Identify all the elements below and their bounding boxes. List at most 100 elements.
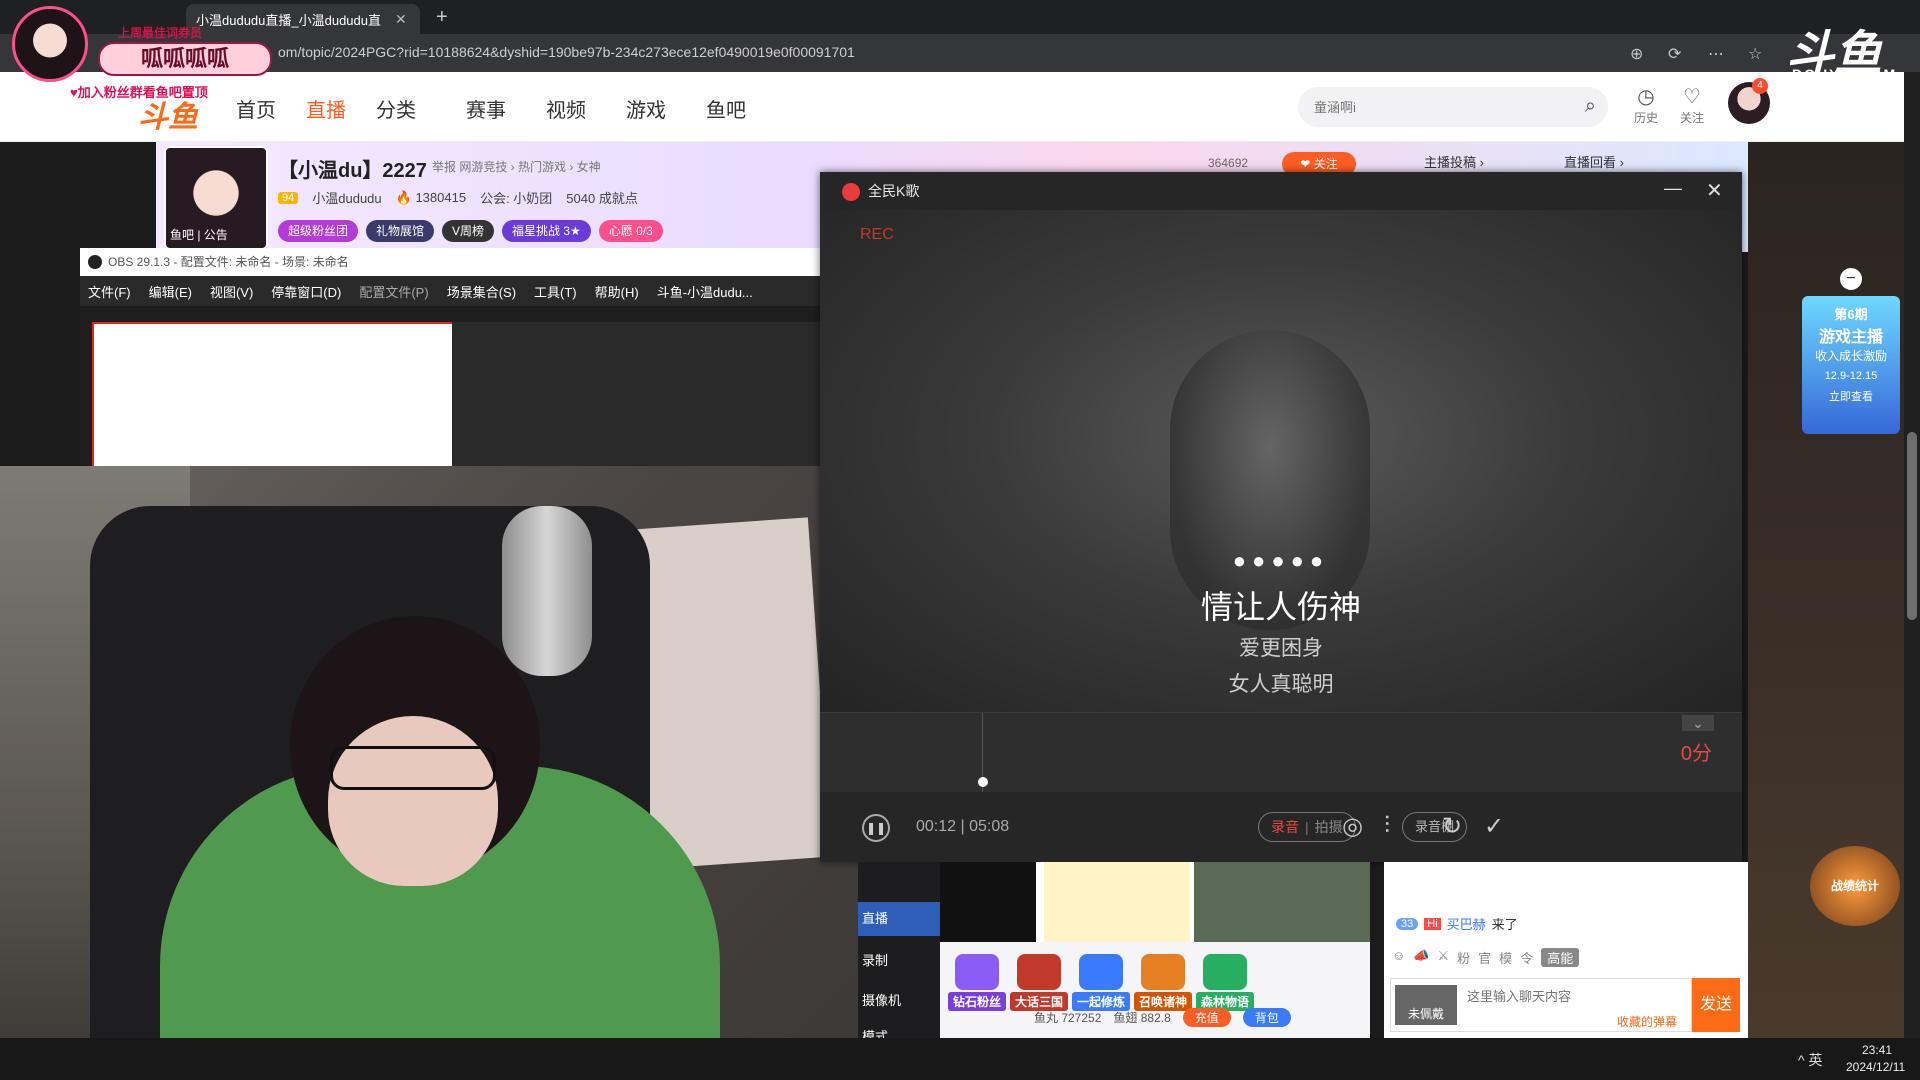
glasses: [330, 746, 496, 790]
nav-live[interactable]: 直播: [306, 94, 346, 123]
playback-time: 00:12 | 05:08: [916, 818, 1010, 835]
v-week-rank-button[interactable]: V周榜: [442, 220, 495, 242]
saved-danmu-link[interactable]: 收藏的弹幕: [1617, 1013, 1677, 1030]
command-tool[interactable]: 令: [1520, 948, 1533, 967]
lyric-next-2: 女人真聪明: [1228, 673, 1334, 696]
start-recording-button[interactable]: 录制: [858, 944, 940, 978]
broadcast-icon[interactable]: 📣: [1413, 948, 1429, 967]
nav-yuba[interactable]: 鱼吧: [706, 94, 746, 123]
obs-menu-douyu[interactable]: 斗鱼-小温dudu...: [657, 282, 753, 301]
gift-hall-button[interactable]: 礼物展馆: [366, 220, 435, 242]
chat-input[interactable]: [1467, 989, 1687, 1004]
heart-icon: ♡: [1683, 86, 1701, 108]
obs-menu-profile[interactable]: 配置文件(P): [359, 282, 428, 301]
close-tab-icon[interactable]: ✕: [395, 11, 407, 28]
fan-badge-slot[interactable]: 未佩戴: [1395, 985, 1457, 1025]
anchor-posts-link[interactable]: 主播投稿 ›: [1424, 152, 1484, 171]
voice-effect-icon[interactable]: ◎: [1342, 812, 1363, 841]
anchor-level: 94: [278, 191, 299, 204]
douyu-logo[interactable]: 斗鱼: [138, 92, 198, 136]
replay-link[interactable]: 直播回看 ›: [1564, 152, 1624, 171]
lyric-countdown: ●●●●●: [1232, 548, 1330, 573]
close-icon[interactable]: ✕: [1706, 178, 1723, 203]
stream-overlay-badge: 上周最佳词券员 呱呱呱呱 ♥加入粉丝群看鱼吧置顶: [0, 0, 280, 100]
wish-button[interactable]: 心愿 0/3: [598, 220, 663, 242]
promo-line-3: 收入成长激励: [1814, 349, 1887, 363]
mode-video[interactable]: 拍摄: [1315, 813, 1343, 841]
mode-audio[interactable]: 录音: [1271, 813, 1299, 841]
lucky-challenge-button[interactable]: 福星挑战 3★: [502, 220, 591, 242]
search-icon[interactable]: ⌕: [1585, 95, 1596, 118]
obs-menu-scenes[interactable]: 场景集合(S): [447, 282, 516, 301]
nav-video[interactable]: 视频: [546, 94, 586, 123]
fan-tool[interactable]: 粉: [1457, 948, 1470, 967]
finish-check-icon[interactable]: ✓: [1484, 812, 1504, 841]
record-mode-toggle[interactable]: 录音 | 拍摄: [1258, 812, 1356, 842]
hot-value: 🔥 1380415: [395, 189, 467, 205]
thumb-2: [1044, 862, 1190, 942]
taskbar: ^ 英 23:41 2024/12/11: [0, 1038, 1920, 1080]
obs-menu-docks[interactable]: 停靠窗口(D): [271, 282, 341, 301]
url-text[interactable]: om/topic/2024PGC?rid=10188624&dyshid=190…: [278, 44, 855, 60]
gift-forest[interactable]: 森林物语: [1196, 954, 1254, 1011]
ktv-logo-icon: [842, 183, 860, 201]
clock-time[interactable]: 23:41: [1862, 1043, 1892, 1057]
pause-button[interactable]: ❚❚: [862, 814, 890, 842]
obs-window: OBS 29.1.3 - 配置文件: 未命名 - 场景: 未命名 文件(F) 编…: [80, 248, 820, 468]
backpack-button[interactable]: 背包: [1242, 1008, 1291, 1027]
new-tab-button[interactable]: +: [436, 6, 448, 29]
obs-menu-file[interactable]: 文件(F): [88, 282, 131, 301]
chat-username[interactable]: 买巴赫: [1447, 914, 1486, 933]
bookmark-star-icon[interactable]: ☆: [1748, 44, 1762, 64]
clock-icon: ◷: [1637, 86, 1655, 108]
zoom-icon[interactable]: ⊕: [1630, 44, 1643, 64]
fan-club-button[interactable]: 超级粉丝团: [278, 220, 359, 242]
obs-menu-edit[interactable]: 编辑(E): [149, 282, 192, 301]
guild[interactable]: 公会: 小奶团: [480, 188, 552, 207]
obs-logo-icon: [88, 255, 102, 269]
battle-icon[interactable]: ⚔: [1437, 948, 1449, 967]
scrollbar-thumb[interactable]: [1907, 432, 1917, 620]
start-streaming-button[interactable]: 直播: [858, 902, 940, 936]
obs-menu-view[interactable]: 视图(V): [210, 282, 253, 301]
gift-bar: 钻石粉丝 大话三国 一起修炼 召唤诸神 森林物语 鱼丸 727252 鱼翅 88…: [940, 942, 1370, 1038]
template-tool[interactable]: 模: [1499, 948, 1512, 967]
chevron-down-icon[interactable]: ⌄: [1682, 715, 1714, 731]
emoji-icon[interactable]: ☺: [1392, 948, 1405, 967]
official-tool[interactable]: 官: [1478, 948, 1491, 967]
mixer-icon[interactable]: ⫶: [1384, 812, 1390, 840]
recharge-button[interactable]: 充值: [1182, 1008, 1231, 1027]
pitch-dot: [978, 777, 988, 787]
minimize-icon[interactable]: —: [1664, 178, 1682, 199]
virtual-camera-button[interactable]: 摄像机: [858, 984, 940, 1018]
nav-category[interactable]: 分类: [376, 94, 416, 123]
gift-zhaohuan[interactable]: 召唤诸神: [1134, 954, 1192, 1011]
search-input[interactable]: [1298, 87, 1548, 127]
preview-thumbnails: [940, 862, 1370, 942]
anchor-name: 小温dududu: [312, 191, 382, 206]
system-tray[interactable]: ^ 英: [1798, 1050, 1822, 1070]
promo-banner[interactable]: 第6期 游戏主播 收入成长激励 12.9-12.15 立即查看: [1802, 296, 1900, 434]
send-button[interactable]: 发送: [1692, 978, 1740, 1032]
achievement: 5040 成就点: [566, 191, 638, 206]
obs-menu-help[interactable]: 帮助(H): [595, 282, 639, 301]
high-energy-button[interactable]: 高能: [1541, 948, 1580, 967]
follow-button[interactable]: ♡ 关注: [1672, 84, 1712, 126]
room-category-links[interactable]: 举报 网游竞技 › 热门游戏 › 女神: [432, 158, 601, 175]
nav-events[interactable]: 赛事: [466, 94, 506, 123]
gift-xiulian[interactable]: 一起修炼: [1072, 954, 1130, 1011]
translate-icon[interactable]: ⟳: [1668, 44, 1681, 64]
gift-diamond-fan[interactable]: 钻石粉丝: [948, 954, 1006, 1011]
obs-preview-ktv: [452, 322, 820, 468]
nav-games[interactable]: 游戏: [626, 94, 666, 123]
obs-menu-tools[interactable]: 工具(T): [534, 282, 577, 301]
gift-dahua-sanguo[interactable]: 大话三国: [1010, 954, 1068, 1011]
yuba-announcement[interactable]: 鱼吧 | 公告: [170, 226, 228, 243]
history-button[interactable]: ◷ 历史: [1626, 84, 1666, 126]
restart-icon[interactable]: ↻: [1442, 812, 1462, 841]
more-icon[interactable]: ⋯: [1708, 44, 1724, 64]
game-stats-icon[interactable]: 战绩统计: [1810, 846, 1900, 926]
close-promo-icon[interactable]: −: [1840, 268, 1862, 290]
clock-date[interactable]: 2024/12/11: [1846, 1060, 1905, 1074]
address-bar: om/topic/2024PGC?rid=10188624&dyshid=190…: [0, 34, 1920, 72]
